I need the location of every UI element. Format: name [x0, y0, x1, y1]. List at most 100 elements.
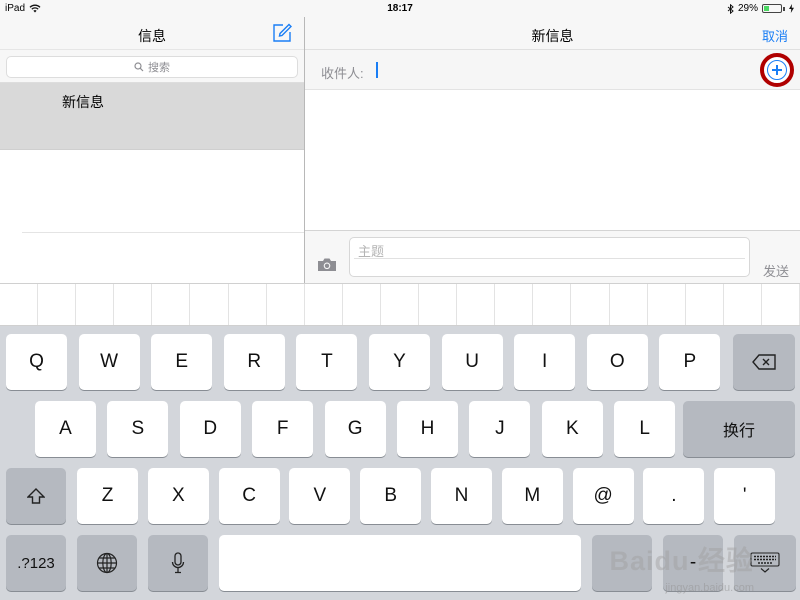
suggestion-cell[interactable]: [724, 284, 762, 325]
recipient-field[interactable]: 收件人:: [305, 50, 800, 90]
key-h[interactable]: H: [397, 401, 458, 457]
key-symbol[interactable]: .: [643, 468, 705, 524]
conversation-item-new-message[interactable]: 新信息: [0, 83, 304, 150]
key-o[interactable]: O: [586, 334, 648, 390]
send-button[interactable]: 发送: [763, 261, 789, 280]
key-p[interactable]: P: [659, 334, 721, 390]
status-time: 18:17: [387, 3, 413, 14]
dismiss-keyboard-key[interactable]: [734, 535, 796, 591]
suggestion-cell[interactable]: [381, 284, 420, 325]
suggestion-cell[interactable]: [571, 284, 610, 325]
suggestion-cell[interactable]: [419, 284, 458, 325]
space-key[interactable]: [219, 535, 581, 591]
conversation-label: 新信息: [62, 94, 104, 110]
suggestion-cell[interactable]: [686, 284, 724, 325]
camera-icon[interactable]: [317, 257, 337, 272]
key-y[interactable]: Y: [369, 334, 430, 390]
key-t[interactable]: T: [296, 334, 358, 390]
delete-icon: [752, 354, 776, 370]
add-contact-highlight: [760, 53, 794, 87]
text-cursor: [376, 62, 378, 78]
left-header: 信息: [0, 17, 304, 50]
key-q[interactable]: Q: [6, 334, 67, 390]
key-a[interactable]: A: [35, 401, 96, 457]
microphone-icon: [171, 552, 185, 574]
add-contact-icon[interactable]: [767, 60, 787, 80]
status-bar: iPad 18:17 29%: [0, 0, 800, 17]
subject-divider: [354, 258, 745, 259]
key-i[interactable]: I: [514, 334, 576, 390]
battery-icon: [762, 4, 782, 13]
message-input[interactable]: 主题: [349, 237, 750, 277]
key-j[interactable]: J: [469, 401, 531, 457]
suggestion-cell[interactable]: [305, 284, 343, 325]
bluetooth-icon: [727, 3, 734, 14]
shift-icon: [27, 488, 45, 504]
compose-pane: 新信息 取消 收件人: 主题 发送: [305, 17, 800, 283]
key-m[interactable]: M: [501, 468, 563, 524]
dash-key[interactable]: -: [663, 535, 723, 591]
cancel-button[interactable]: 取消: [762, 26, 788, 45]
keyboard: 换行 .?123 - Q W E R T Y U I O P A S D F G H J K L Z X C V B N M @. ': [0, 326, 800, 600]
shift-key[interactable]: [6, 468, 66, 524]
dash-key-left[interactable]: [592, 535, 652, 591]
globe-icon: [96, 552, 118, 574]
delete-key[interactable]: [733, 334, 795, 390]
messages-title: 信息: [138, 28, 166, 44]
key-x[interactable]: X: [147, 468, 209, 524]
suggestion-cell[interactable]: [648, 284, 686, 325]
suggestion-cell[interactable]: [76, 284, 115, 325]
charging-icon: [789, 4, 794, 13]
suggestion-cell[interactable]: [0, 284, 39, 325]
dictation-key[interactable]: [148, 535, 208, 591]
suggestion-cell[interactable]: [229, 284, 267, 325]
numbers-key[interactable]: .?123: [6, 535, 66, 591]
key-f[interactable]: F: [252, 401, 314, 457]
key-k[interactable]: K: [541, 401, 603, 457]
battery-tip: [783, 6, 785, 11]
key-z[interactable]: Z: [77, 468, 138, 524]
key-r[interactable]: R: [223, 334, 285, 390]
conversation-list-pane: 信息 搜索 新信息: [0, 17, 304, 283]
suggestion-cell[interactable]: [610, 284, 648, 325]
search-placeholder: 搜索: [148, 62, 170, 74]
compose-bar: 主题 发送: [305, 230, 800, 283]
key-g[interactable]: G: [324, 401, 386, 457]
globe-key[interactable]: [77, 535, 137, 591]
suggestion-cell[interactable]: [495, 284, 534, 325]
key-s[interactable]: S: [107, 401, 169, 457]
key-w[interactable]: W: [78, 334, 140, 390]
key-u[interactable]: U: [441, 334, 503, 390]
keyboard-dismiss-icon: [750, 552, 780, 573]
key-b[interactable]: B: [360, 468, 422, 524]
key-d[interactable]: D: [179, 401, 241, 457]
suggestion-cell[interactable]: [762, 284, 800, 325]
compose-icon[interactable]: [272, 23, 292, 43]
key-symbol[interactable]: @: [572, 468, 634, 524]
search-bar: 搜索: [0, 50, 304, 83]
compose-header: 新信息 取消: [305, 17, 800, 50]
recipient-label: 收件人:: [321, 66, 364, 81]
key-v[interactable]: V: [289, 468, 351, 524]
battery-percent: 29%: [737, 3, 758, 14]
return-key[interactable]: 换行: [683, 401, 795, 457]
suggestion-cell[interactable]: [152, 284, 191, 325]
search-input[interactable]: 搜索: [6, 56, 298, 78]
key-e[interactable]: E: [151, 334, 213, 390]
search-icon: [134, 62, 144, 72]
suggestion-cell[interactable]: [343, 284, 381, 325]
suggestion-cell[interactable]: [533, 284, 572, 325]
compose-title: 新信息: [531, 28, 574, 44]
battery-fill: [764, 6, 769, 11]
suggestion-cell[interactable]: [190, 284, 229, 325]
status-right: 29%: [727, 3, 794, 14]
suggestion-cell[interactable]: [267, 284, 305, 325]
key-c[interactable]: C: [218, 468, 280, 524]
suggestion-cell[interactable]: [38, 284, 77, 325]
key-n[interactable]: N: [431, 468, 492, 524]
suggestion-bar: [0, 283, 800, 326]
key-l[interactable]: L: [614, 401, 676, 457]
key-symbol[interactable]: ': [714, 468, 776, 524]
suggestion-cell[interactable]: [457, 284, 496, 325]
suggestion-cell[interactable]: [114, 284, 153, 325]
